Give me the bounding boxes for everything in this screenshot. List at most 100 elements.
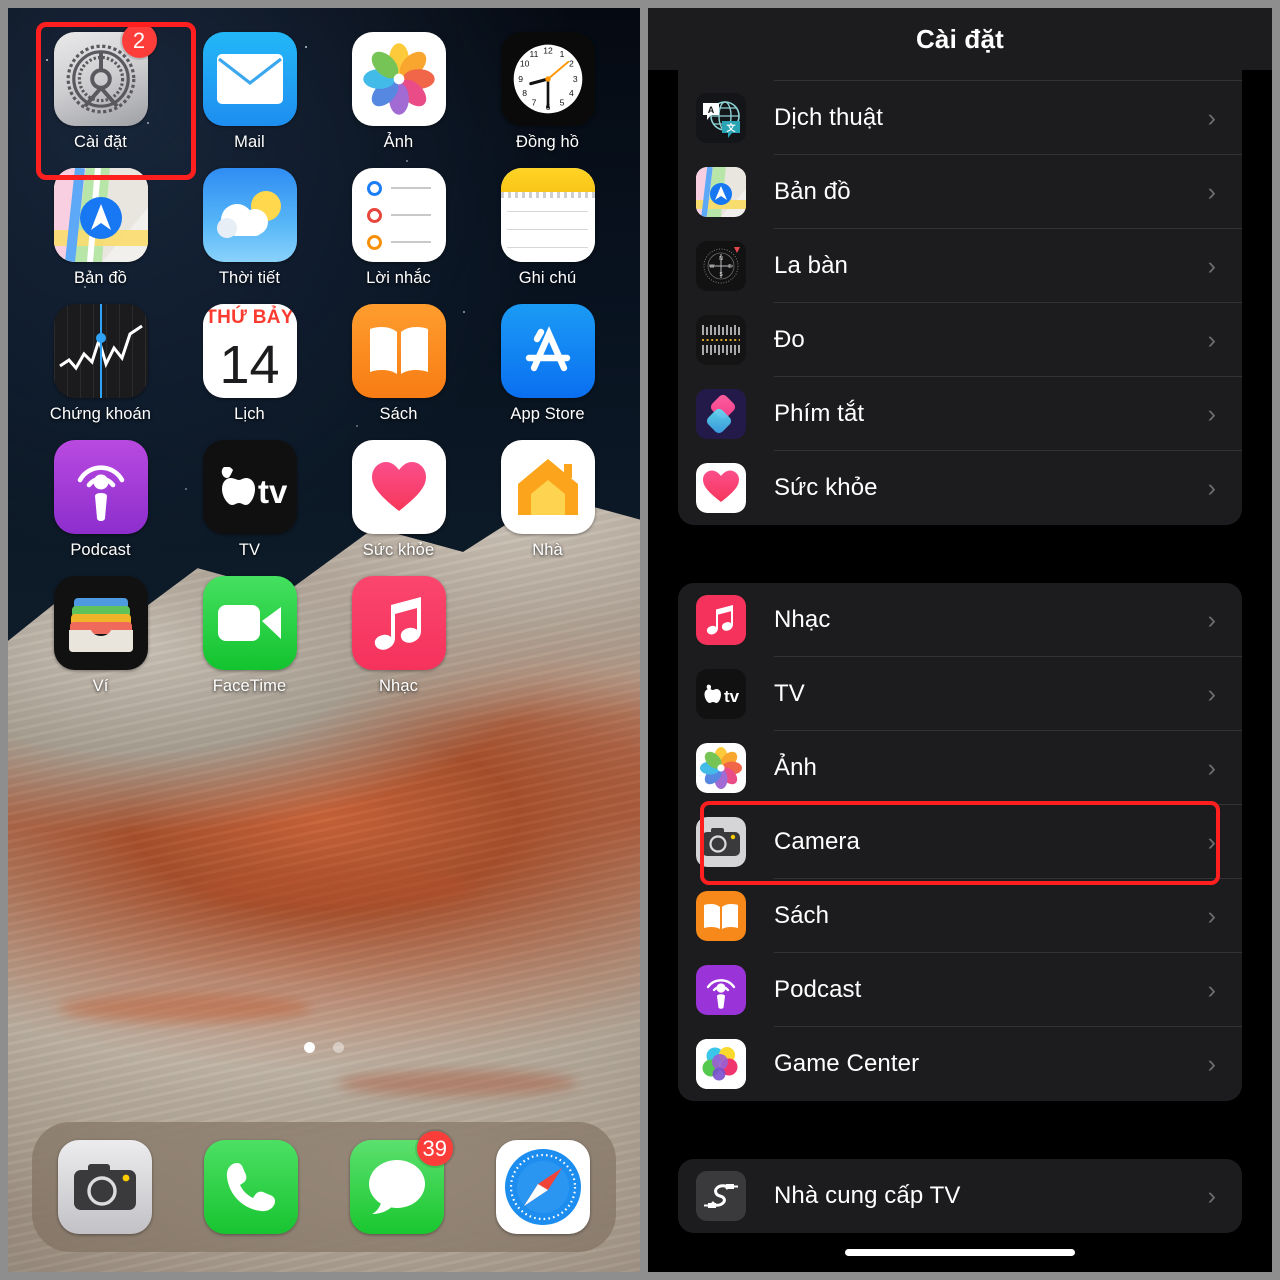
settings-row-suc-khoe[interactable]: Sức khỏe › <box>678 451 1242 525</box>
settings-group-apps-3: Nhà cung cấp TV › <box>678 1159 1242 1233</box>
dock-app-safari[interactable] <box>496 1140 590 1234</box>
settings-row-label: Game Center <box>774 1050 920 1077</box>
chevron-right-icon: › <box>1207 1049 1216 1078</box>
tv-provider-icon <box>696 1171 746 1221</box>
settings-row-camera[interactable]: Camera › <box>678 805 1242 879</box>
app-label: FaceTime <box>212 677 287 695</box>
chevron-right-icon: › <box>1207 975 1216 1004</box>
app-label: TV <box>238 541 261 559</box>
calendar-icon: THỨ BẢY 14 <box>202 304 297 398</box>
settings-row-label: Podcast <box>774 976 862 1003</box>
app-label: Lời nhắc <box>366 269 431 287</box>
facetime-video-icon <box>202 576 297 670</box>
clock-icon: 1212 345 678 91011 <box>500 32 595 126</box>
settings-row-tv[interactable]: tv TV › <box>678 657 1242 731</box>
app-icon-nhac[interactable]: Nhạc <box>324 576 473 696</box>
app-label: Chứng khoán <box>49 405 152 423</box>
page-dot-2[interactable] <box>333 1042 344 1053</box>
page-indicator[interactable] <box>8 1042 640 1053</box>
app-icon-dong-ho[interactable]: 1212 345 678 91011 Đồng hồ <box>473 32 622 152</box>
chevron-right-icon: › <box>1207 1181 1216 1210</box>
chevron-right-icon: › <box>1207 605 1216 634</box>
settings-row-game-center[interactable]: Game Center › <box>678 1027 1242 1101</box>
settings-row-label: Phím tắt <box>774 400 865 427</box>
screenshot-stage: 2 Cài đặt Mail Ảnh 12 1 2 3 4 5 7 8 9 10… <box>0 0 1280 1280</box>
badge-count: 2 <box>121 23 157 58</box>
app-icon-app-store[interactable]: App Store <box>473 304 622 424</box>
app-icon-anh[interactable]: Ảnh <box>324 32 473 152</box>
svg-text:tv: tv <box>724 687 740 706</box>
app-icon-chung-khoan[interactable]: Chứng khoán <box>26 304 175 424</box>
translate-icon: A 文 <box>696 93 746 143</box>
app-label: Thời tiết <box>218 269 281 287</box>
phone-handset-icon <box>204 1140 298 1234</box>
settings-row-label: Dịch thuật <box>774 104 884 131</box>
app-label: Lịch <box>234 405 265 423</box>
dock-app-messages[interactable]: 39 <box>350 1131 453 1234</box>
settings-row-sach[interactable]: Sách › <box>678 879 1242 953</box>
settings-row-la-ban[interactable]: NS WE La bàn › <box>678 229 1242 303</box>
app-icon-facetime[interactable]: FaceTime <box>175 576 324 696</box>
badge-count: 39 <box>416 1131 453 1166</box>
app-icon-mail[interactable]: Mail <box>175 32 324 152</box>
settings-row-dich-thuat[interactable]: A 文 Dịch thuật › <box>678 81 1242 155</box>
app-icon-thoi-tiet[interactable]: Thời tiết <box>175 168 324 288</box>
home-indicator <box>845 1249 1075 1256</box>
chevron-right-icon: › <box>1207 177 1216 206</box>
svg-text:2: 2 <box>569 59 574 69</box>
icon-wrap: 2 <box>53 23 157 126</box>
app-label: Mail <box>234 133 265 151</box>
app-icon-loi-nhac[interactable]: Lời nhắc <box>324 168 473 288</box>
photos-flower-icon <box>696 743 746 793</box>
svg-text:7: 7 <box>531 98 536 108</box>
chevron-right-icon: › <box>1207 251 1216 280</box>
app-icon-ghi-chu[interactable]: Ghi chú <box>473 168 622 288</box>
app-icon-tv[interactable]: tv TV <box>175 440 324 560</box>
app-label: App Store <box>510 405 585 423</box>
safari-compass-icon <box>496 1140 590 1234</box>
app-label: Bản đồ <box>74 269 127 287</box>
svg-text:11: 11 <box>529 49 538 59</box>
app-icon-nha[interactable]: Nhà <box>473 440 622 560</box>
chevron-right-icon: › <box>1207 901 1216 930</box>
settings-row-ban-do[interactable]: Bản đồ › <box>678 155 1242 229</box>
apple-tv-icon: tv <box>202 440 297 534</box>
settings-row-label: Sức khỏe <box>774 474 878 501</box>
settings-row-label: La bàn <box>774 252 849 279</box>
settings-row-label: Nhà cung cấp TV <box>774 1182 961 1209</box>
app-row: Chứng khoán THỨ BẢY 14 Lịch Sách App Sto… <box>26 304 622 440</box>
settings-group-apps-2: Nhạc › tv TV › Ảnh › Camera › Sách › Pod… <box>678 583 1242 1101</box>
app-row: Podcast tv TV Sức khỏe Nhà <box>26 440 622 576</box>
settings-row-phim-tat[interactable]: Phím tắt › <box>678 377 1242 451</box>
page-dot-1[interactable] <box>304 1042 315 1053</box>
podcast-icon <box>53 440 148 534</box>
app-icon-ban-do[interactable]: Bản đồ <box>26 168 175 288</box>
settings-row-podcast[interactable]: Podcast › <box>678 953 1242 1027</box>
books-open-book-icon <box>351 304 446 398</box>
settings-row-label: Nhạc <box>774 606 831 633</box>
wallet-icon <box>53 576 148 670</box>
music-note-icon <box>696 595 746 645</box>
settings-scroll-area[interactable]: A 文 Dịch thuật › Bản đồ › N S W E La bàn… <box>648 70 1272 1272</box>
app-icon-suc-khoe[interactable]: Sức khỏe <box>324 440 473 560</box>
app-row: Ví FaceTime Nhạc <box>26 576 622 712</box>
app-icon-lich[interactable]: THỨ BẢY 14 Lịch <box>175 304 324 424</box>
svg-text:8: 8 <box>522 88 527 98</box>
settings-row-anh[interactable]: Ảnh › <box>678 731 1242 805</box>
app-icon-vi[interactable]: Ví <box>26 576 175 696</box>
dock-app-phone[interactable] <box>204 1140 298 1234</box>
dock: 39 <box>32 1122 616 1252</box>
app-label: Ví <box>92 677 109 695</box>
settings-row-nha-cung-cap-tv[interactable]: Nhà cung cấp TV › <box>678 1159 1242 1233</box>
app-row: Bản đồ Thời tiết Lời nhắc Ghi chú <box>26 168 622 304</box>
app-icon-podcast[interactable]: Podcast <box>26 440 175 560</box>
dock-app-camera[interactable] <box>58 1140 152 1234</box>
settings-row-do[interactable]: Đo › <box>678 303 1242 377</box>
app-label: Nhà <box>532 541 563 559</box>
app-icon-cai-dat[interactable]: 2 Cài đặt <box>26 23 175 152</box>
app-icon-sach[interactable]: Sách <box>324 304 473 424</box>
settings-row-nhac[interactable]: Nhạc › <box>678 583 1242 657</box>
svg-text:9: 9 <box>518 74 523 84</box>
settings-row-label: Đo <box>774 326 805 353</box>
music-note-icon <box>351 576 446 670</box>
